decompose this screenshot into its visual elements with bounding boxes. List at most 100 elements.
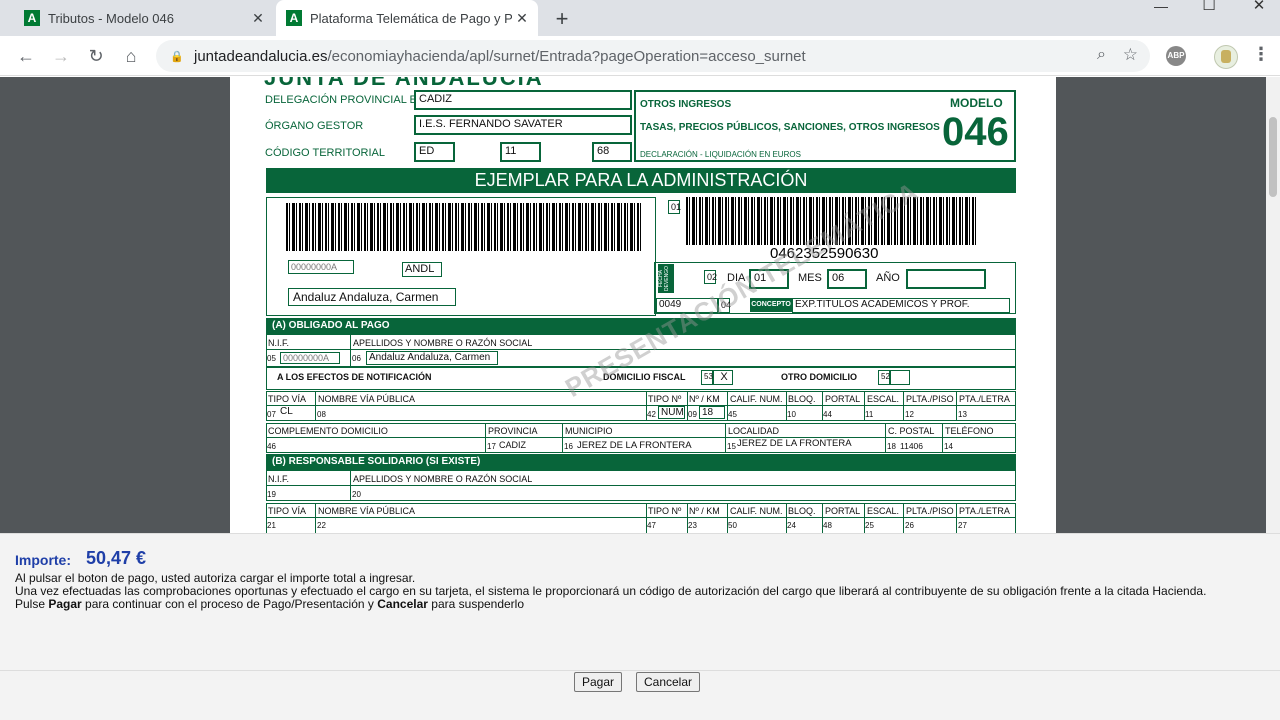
concepto-label: CONCEPTO [750, 298, 792, 312]
tasas-text: TASAS, PRECIOS PÚBLICOS, SANCIONES, OTRO… [640, 122, 940, 133]
domicilio-fiscal-checkbox: X [713, 370, 733, 385]
bloq-header: BLOQ. [788, 394, 816, 404]
browser-toolbar: ← → ↻ ⌂ 🔒 juntadeandalucia.es/economiayh… [0, 36, 1280, 76]
municipio-header: MUNICIPIO [565, 426, 613, 436]
col-divider [903, 503, 904, 533]
field-53: 53 [701, 370, 713, 385]
tipo-no-value: NUM [658, 406, 685, 419]
num-50: 50 [728, 521, 737, 530]
back-icon[interactable]: ← [14, 44, 38, 68]
num-44: 44 [823, 410, 832, 419]
organo-label: ÓRGANO GESTOR [265, 120, 364, 132]
home-icon[interactable]: ⌂ [119, 44, 143, 68]
tipo-via-value: CL [280, 406, 293, 417]
cancel-button[interactable]: Cancelar [636, 672, 700, 692]
col-divider [942, 423, 943, 453]
col-divider [562, 423, 563, 453]
col-divider [485, 423, 486, 453]
codigo-label: CÓDIGO TERRITORIAL [265, 147, 386, 159]
close-window-icon[interactable]: ✕ [1236, 0, 1280, 32]
field-52: 52 [878, 370, 890, 385]
tab-tributos[interactable]: A Tributos - Modelo 046 ✕ [16, 0, 272, 36]
lock-icon[interactable]: 🔒 [170, 50, 184, 63]
num-47: 47 [647, 521, 656, 530]
tab-plataforma[interactable]: A Plataforma Telemática de Pago y Pre ✕ [276, 0, 538, 36]
info-text: para suspenderlo [427, 597, 525, 611]
viewer-scrollbar[interactable] [1266, 77, 1280, 533]
maximize-icon[interactable]: ☐ [1186, 0, 1232, 32]
num-17: 17 [487, 442, 496, 451]
modelo-046-form: JUNTA DE ANDALUCIA DELEGACIÓN PROVINCIAL… [230, 77, 1056, 533]
n-km-header-b: Nº / KM [689, 506, 720, 516]
num-45: 45 [728, 410, 737, 419]
delegacion-field: CADIZ [414, 90, 632, 110]
modelo-label: MODELO [950, 96, 1003, 110]
andl-field: ANDL [402, 262, 442, 277]
num-12: 12 [905, 410, 914, 419]
provincia-header: PROVINCIA [488, 426, 538, 436]
tipo-via-header-b: TIPO VÍA [268, 506, 307, 516]
num-16: 16 [564, 442, 573, 451]
col-divider [350, 334, 351, 367]
notificacion-label: A LOS EFECTOS DE NOTIFICACIÓN [277, 372, 432, 382]
cancelar-emphasis: Cancelar [377, 597, 428, 611]
num-06: 06 [352, 354, 361, 363]
info-line-3: Pulse Pagar para continuar con el proces… [15, 597, 524, 611]
name-value: Andaluz Andaluza, Carmen [366, 351, 498, 365]
importe-label: Importe: [15, 552, 71, 568]
codigo-field-2: 11 [500, 142, 541, 162]
profile-avatar[interactable] [1214, 45, 1238, 69]
codigo-field-1: ED [414, 142, 455, 162]
ano-label: AÑO [876, 272, 900, 284]
menu-icon[interactable]: ⋮ [1252, 44, 1270, 65]
zoom-icon[interactable]: ⌕ [1097, 46, 1106, 64]
new-tab-icon[interactable]: + [550, 6, 574, 32]
declaracion-text: DECLARACIÓN - LIQUIDACIÓN EN EUROS [640, 150, 801, 159]
mes-label: MES [798, 272, 822, 284]
bloq-header-b: BLOQ. [788, 506, 816, 516]
num-07: 07 [267, 410, 276, 419]
num-26: 26 [905, 521, 914, 530]
complemento-header: COMPLEMENTO DOMICILIO [268, 426, 388, 436]
address-bar[interactable]: 🔒 juntadeandalucia.es/economiayhacienda/… [156, 40, 1150, 72]
num-14: 14 [944, 442, 953, 451]
close-tab-icon[interactable]: ✕ [512, 10, 532, 27]
reload-icon[interactable]: ↻ [84, 44, 108, 68]
forward-icon[interactable]: → [49, 44, 73, 68]
apellidos-header-b: APELLIDOS Y NOMBRE O RAZÓN SOCIAL [353, 474, 533, 484]
codigo-field-3: 68 [592, 142, 632, 162]
num-08: 08 [317, 410, 326, 419]
form-header-partial: JUNTA DE ANDALUCIA [264, 77, 544, 90]
num-10: 10 [787, 410, 796, 419]
importe-value: 50,47 € [86, 548, 147, 568]
pagar-emphasis: Pagar [48, 597, 82, 611]
num-09: 09 [688, 410, 697, 419]
pta-letra-header-b: PTA./LETRA [959, 506, 1010, 516]
ano-field [906, 269, 986, 289]
num-13: 13 [958, 410, 967, 419]
otro-domicilio-label: OTRO DOMICILIO [781, 372, 857, 382]
row-divider [266, 485, 1016, 486]
adblock-icon[interactable]: ABP [1166, 46, 1186, 66]
pay-button[interactable]: Pagar [574, 672, 622, 692]
field-01: 01 [668, 200, 681, 214]
info-line-2: Una vez efectuadas las comprobaciones op… [15, 584, 1207, 598]
url-domain: juntadeandalucia.es [194, 47, 328, 65]
scrollbar-thumb[interactable] [1269, 117, 1277, 197]
mes-field: 06 [827, 269, 867, 289]
nif-header-b: N.I.F. [268, 474, 290, 484]
num-05: 05 [267, 354, 276, 363]
document-viewer: JUNTA DE ANDALUCIA DELEGACIÓN PROVINCIAL… [0, 77, 1280, 533]
otro-domicilio-checkbox [890, 370, 910, 385]
url-path: /economiayhacienda/apl/surnet/Entrada?pa… [327, 47, 806, 65]
barcode-left [286, 203, 641, 251]
provincia-value: CADIZ [499, 440, 526, 450]
num-11: 11 [865, 410, 874, 419]
minimize-icon[interactable]: — [1138, 0, 1184, 32]
close-tab-icon[interactable]: ✕ [248, 10, 268, 27]
num-23: 23 [688, 521, 697, 530]
bookmark-star-icon[interactable]: ☆ [1123, 45, 1138, 65]
concepto-field: EXP.TITULOS ACADEMICOS Y PROF. [792, 298, 1010, 313]
col-divider [885, 423, 886, 453]
col-divider [350, 470, 351, 501]
